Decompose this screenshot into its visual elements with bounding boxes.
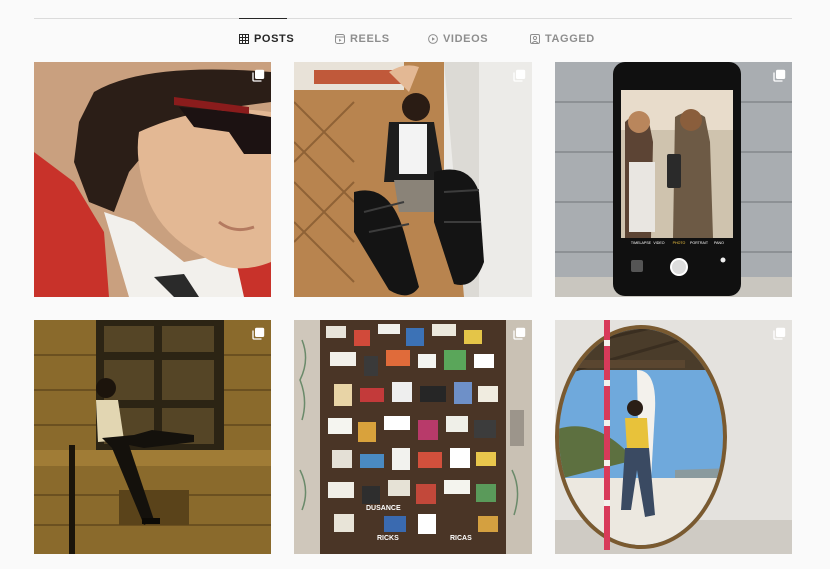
post-tile[interactable]: DUSANCE RICKS RICAS [294,320,532,554]
tab-tagged-label: TAGGED [545,33,595,45]
carousel-icon [773,327,786,340]
sticker-text: DUSANCE [366,505,401,512]
camera-mode-label: PHOTO [673,241,686,245]
play-icon [428,34,438,44]
grid-icon [239,34,249,44]
carousel-icon [513,69,526,82]
tab-videos-label: VIDEOS [443,33,489,45]
post-tile[interactable] [555,320,792,554]
carousel-icon [252,69,265,82]
post-tile[interactable]: TIMELAPSE VIDEO PHOTO PORTRAIT PANO [555,62,792,297]
reels-icon [335,34,345,44]
sticker-text: RICKS [377,535,399,542]
camera-mode-label: PANO [714,241,724,245]
camera-mode-label: TIMELAPSE [631,241,652,245]
camera-mode-bar: TIMELAPSE VIDEO PHOTO PORTRAIT PANO [631,241,724,245]
profile-tabs: POSTS REELS VIDEOS TAGGED [0,33,830,51]
tab-posts[interactable]: POSTS [239,33,294,45]
tab-videos[interactable]: VIDEOS [428,33,488,45]
tag-icon [530,34,540,44]
camera-mode-label: PORTRAIT [690,241,709,245]
carousel-icon [513,327,526,340]
tab-reels-label: REELS [350,33,390,45]
tabs-divider [34,18,792,19]
carousel-icon [773,69,786,82]
post-tile[interactable] [34,320,271,554]
post-image [555,320,792,554]
carousel-icon [252,327,265,340]
post-image [34,320,271,554]
post-image [34,62,271,297]
post-tile[interactable] [34,62,271,297]
tab-tagged[interactable]: TAGGED [530,33,595,45]
tab-posts-label: POSTS [254,33,295,45]
sticker-text: RICAS [450,535,472,542]
tab-reels[interactable]: REELS [335,33,390,45]
camera-mode-label: VIDEO [653,241,664,245]
active-tab-indicator [239,18,287,19]
post-tile[interactable] [294,62,532,297]
post-image [294,62,532,297]
sticker-labels: DUSANCE RICKS RICAS [366,505,472,542]
